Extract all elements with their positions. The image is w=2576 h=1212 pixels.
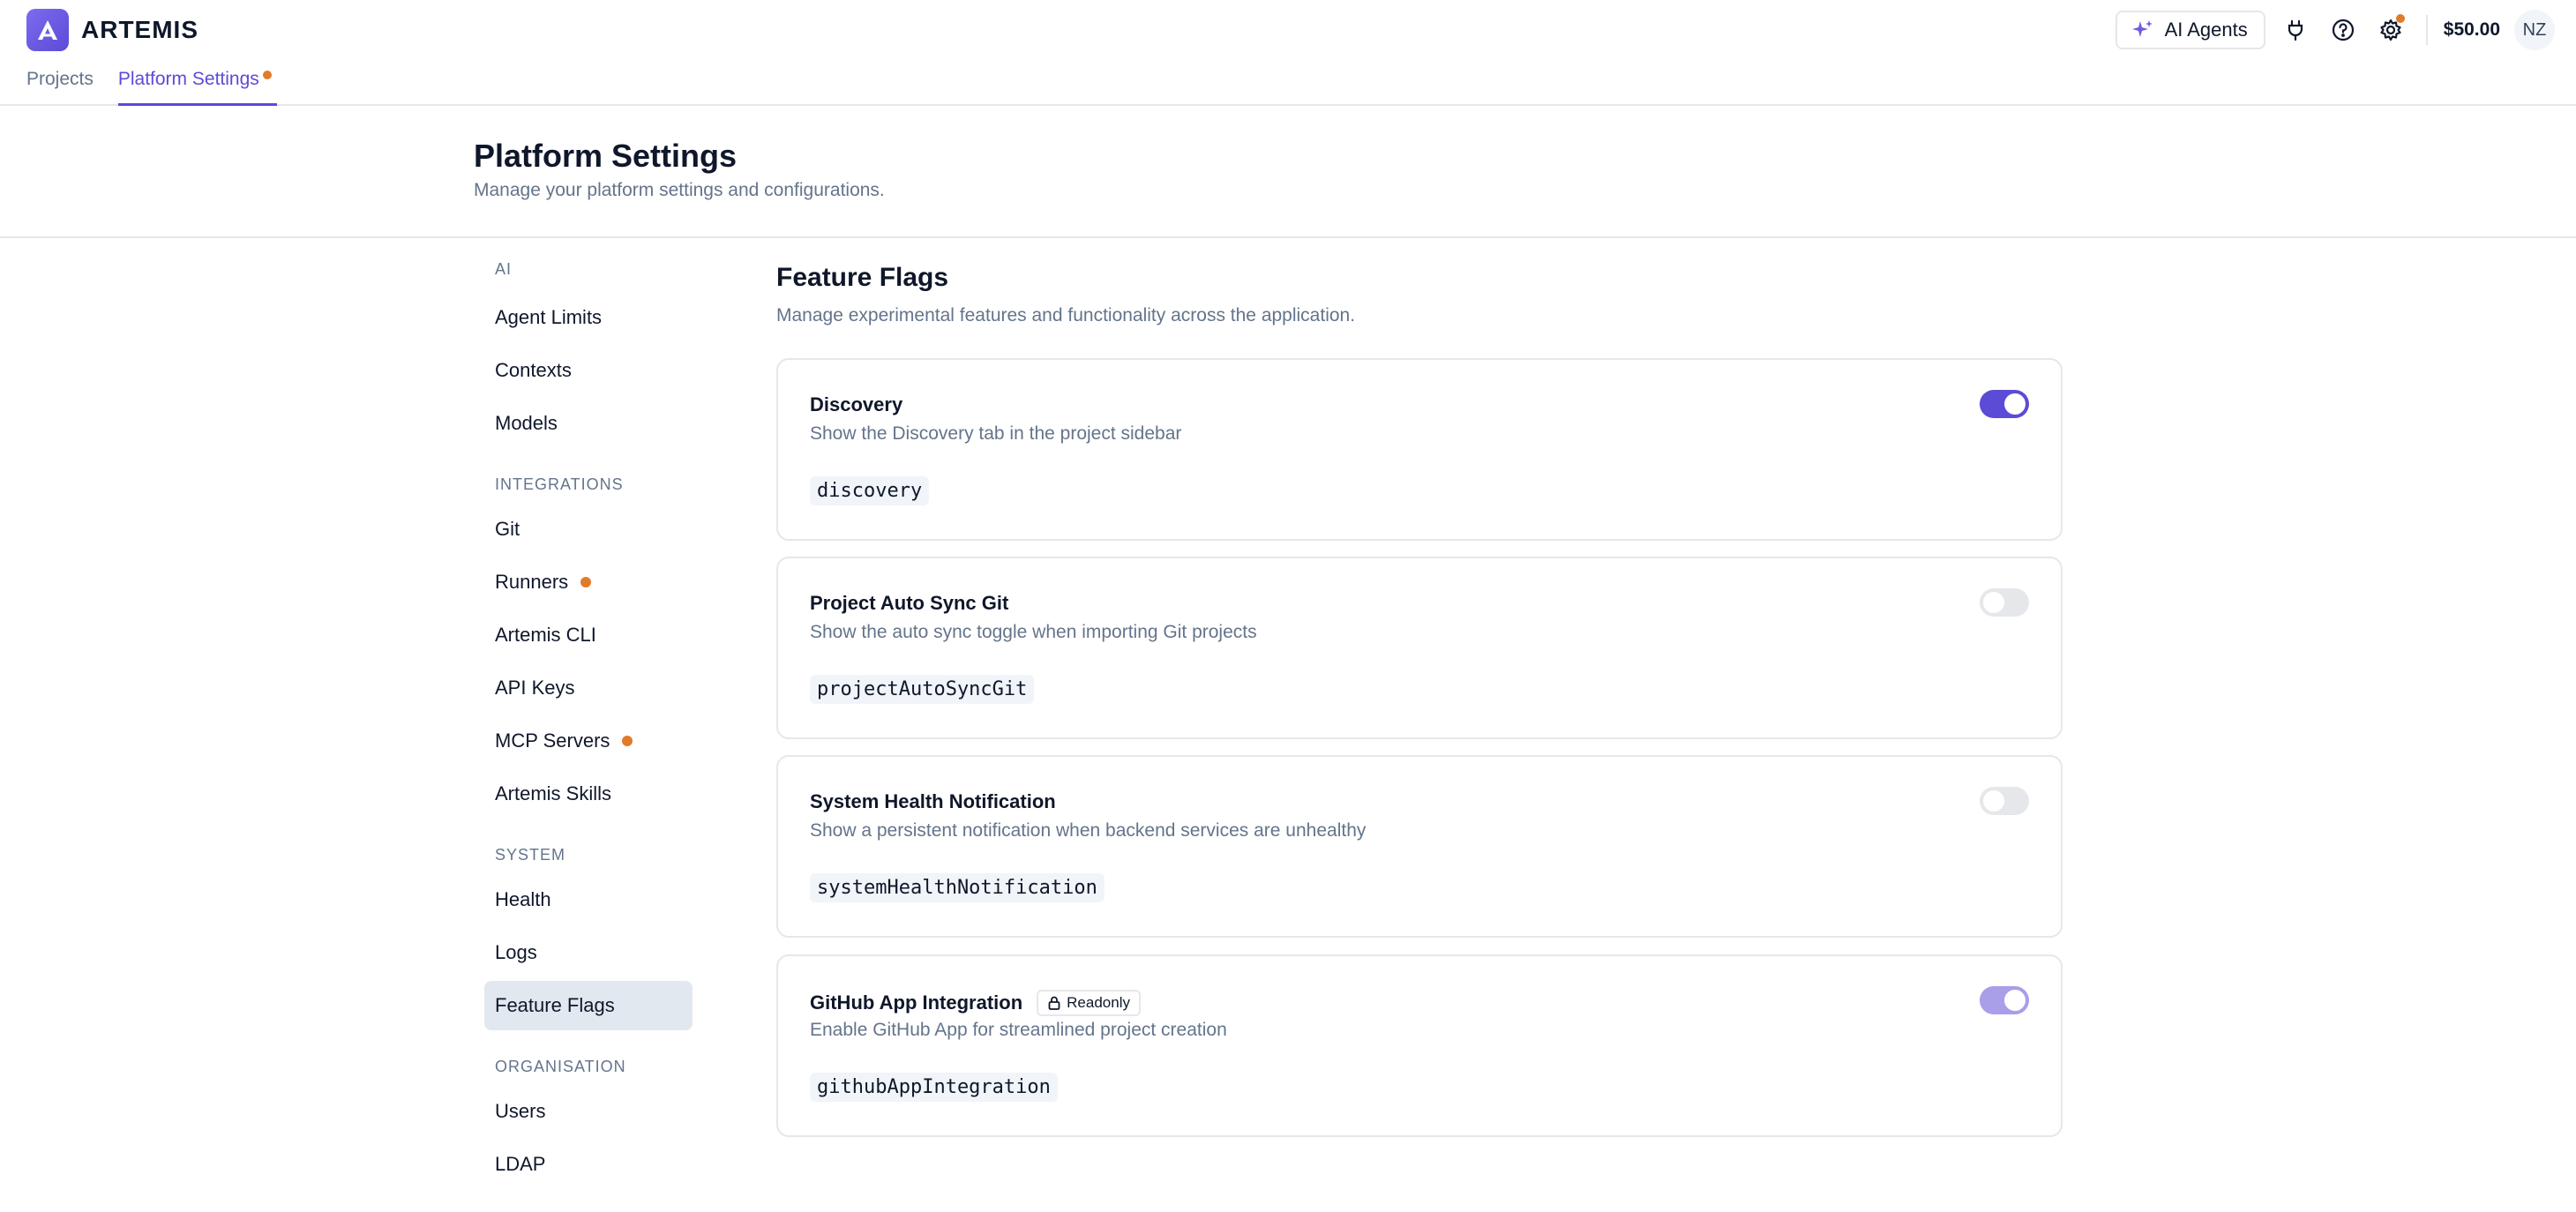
flag-key: systemHealthNotification xyxy=(810,873,1105,902)
sidebar-item-label: MCP Servers xyxy=(495,729,610,752)
toggle-knob xyxy=(2004,990,2026,1011)
flag-description: Enable GitHub App for streamlined projec… xyxy=(810,1020,1227,1040)
sidebar-item-runners[interactable]: Runners xyxy=(484,557,693,607)
feature-flags-panel: Feature Flags Manage experimental featur… xyxy=(776,238,2063,1137)
settings-gear-icon[interactable] xyxy=(2373,12,2408,48)
feature-flag-card-system-health-notification: System Health Notification Show a persis… xyxy=(776,755,2063,938)
page-title: Platform Settings xyxy=(474,138,738,174)
sidebar-item-artemis-cli[interactable]: Artemis CLI xyxy=(484,610,693,660)
sidebar-item-label: Artemis CLI xyxy=(495,624,596,646)
flag-name: Project Auto Sync Git xyxy=(810,592,1008,615)
lock-icon xyxy=(1047,995,1061,1011)
sidebar-section-ai: AI xyxy=(495,260,513,278)
flag-name-text: Project Auto Sync Git xyxy=(810,592,1009,614)
notification-dot xyxy=(262,71,272,79)
flag-key: projectAutoSyncGit xyxy=(810,675,1035,704)
sidebar-item-label: Feature Flags xyxy=(495,994,615,1016)
app-name: ARTEMIS xyxy=(81,16,198,43)
sidebar-item-label: Agent Limits xyxy=(495,306,603,328)
sidebar-item-users[interactable]: Users xyxy=(484,1087,693,1136)
feature-flag-card-discovery: Discovery Show the Discovery tab in the … xyxy=(776,358,2063,541)
sidebar-item-label: Logs xyxy=(495,941,537,963)
sidebar-item-label: Users xyxy=(495,1100,546,1122)
sidebar-item-label: Models xyxy=(495,412,558,434)
sidebar-item-api-keys[interactable]: API Keys xyxy=(484,663,693,713)
flag-name-text: GitHub App Integration xyxy=(810,991,1023,1014)
flag-name: Discovery xyxy=(810,393,902,416)
flag-name-text: System Health Notification xyxy=(810,790,1056,812)
sidebar-item-label: LDAP xyxy=(495,1153,546,1175)
main-nav: Projects Platform Settings xyxy=(26,65,302,106)
flag-toggle-project-auto-sync-git[interactable] xyxy=(1980,588,2029,617)
sidebar-item-logs[interactable]: Logs xyxy=(484,928,693,977)
header-divider xyxy=(2425,15,2428,45)
flag-toggle-system-health-notification[interactable] xyxy=(1980,787,2029,815)
toggle-knob xyxy=(2004,393,2026,415)
header-tools: AI Agents $50.00 NZ xyxy=(2115,10,2555,50)
feature-flag-card-github-app-integration: GitHub App Integration Readonly Enable G… xyxy=(776,954,2063,1137)
sidebar-item-artemis-skills[interactable]: Artemis Skills xyxy=(484,769,693,819)
plug-icon[interactable] xyxy=(2278,12,2313,48)
page-subtitle: Manage your platform settings and config… xyxy=(474,180,885,200)
sidebar-item-agent-limits[interactable]: Agent Limits xyxy=(484,293,693,342)
credit-balance: $50.00 xyxy=(2443,19,2500,40)
sidebar-item-health[interactable]: Health xyxy=(484,875,693,924)
notification-dot xyxy=(2395,14,2405,23)
sidebar-item-feature-flags[interactable]: Feature Flags xyxy=(484,981,693,1030)
feature-flag-card-project-auto-sync-git: Project Auto Sync Git Show the auto sync… xyxy=(776,557,2063,739)
sparkles-icon xyxy=(2131,19,2154,41)
sidebar-item-label: API Keys xyxy=(495,677,575,699)
flag-toggle-discovery[interactable] xyxy=(1980,390,2029,418)
toggle-knob xyxy=(1983,790,2004,812)
flag-description: Show the auto sync toggle when importing… xyxy=(810,622,1257,642)
sidebar-item-label: Health xyxy=(495,888,551,910)
sidebar-item-mcp-servers[interactable]: MCP Servers xyxy=(484,716,693,766)
top-bar: ARTEMIS Projects Platform Settings AI Ag… xyxy=(0,0,2576,106)
flag-key: discovery xyxy=(810,476,930,505)
sidebar-section-organisation: ORGANISATION xyxy=(495,1058,626,1075)
flag-name: System Health Notification xyxy=(810,790,1056,813)
tab-platform-settings[interactable]: Platform Settings xyxy=(117,65,277,106)
section-subtitle: Manage experimental features and functio… xyxy=(776,305,1356,325)
sidebar-item-label: Runners xyxy=(495,571,569,593)
logo[interactable]: ARTEMIS xyxy=(26,9,198,51)
user-avatar[interactable]: NZ xyxy=(2514,10,2555,50)
ai-agents-button[interactable]: AI Agents xyxy=(2115,11,2265,49)
flag-key: githubAppIntegration xyxy=(810,1073,1058,1102)
sidebar-item-models[interactable]: Models xyxy=(484,399,693,448)
sidebar-item-git[interactable]: Git xyxy=(484,505,693,554)
notification-dot xyxy=(580,577,592,587)
sidebar-item-label: Artemis Skills xyxy=(495,782,612,804)
toggle-knob xyxy=(1983,592,2004,613)
sidebar-item-contexts[interactable]: Contexts xyxy=(484,346,693,395)
sidebar-section-integrations: INTEGRATIONS xyxy=(495,475,624,493)
flag-name: GitHub App Integration Readonly xyxy=(810,990,1141,1016)
artemis-logo-icon xyxy=(26,9,69,51)
flag-description: Show the Discovery tab in the project si… xyxy=(810,423,1182,444)
tab-projects[interactable]: Projects xyxy=(26,65,94,106)
readonly-badge: Readonly xyxy=(1037,990,1141,1016)
page-header: Platform Settings Manage your platform s… xyxy=(0,106,2576,238)
flag-description: Show a persistent notification when back… xyxy=(810,820,1367,841)
notification-dot xyxy=(622,736,633,746)
sidebar-section-system: SYSTEM xyxy=(495,846,566,864)
help-icon[interactable] xyxy=(2325,12,2361,48)
readonly-badge-label: Readonly xyxy=(1067,994,1130,1011)
sidebar-item-label: Git xyxy=(495,518,520,540)
sidebar-item-ldap[interactable]: LDAP xyxy=(484,1140,693,1189)
section-title: Feature Flags xyxy=(776,263,949,292)
flag-toggle-github-app-integration xyxy=(1980,986,2029,1014)
tab-platform-settings-label: Platform Settings xyxy=(117,69,259,89)
sidebar-item-label: Contexts xyxy=(495,359,572,381)
settings-sidebar: AI Agent Limits Contexts Models INTEGRAT… xyxy=(484,238,693,1189)
flag-name-text: Discovery xyxy=(810,393,903,415)
ai-agents-label: AI Agents xyxy=(2164,19,2248,41)
